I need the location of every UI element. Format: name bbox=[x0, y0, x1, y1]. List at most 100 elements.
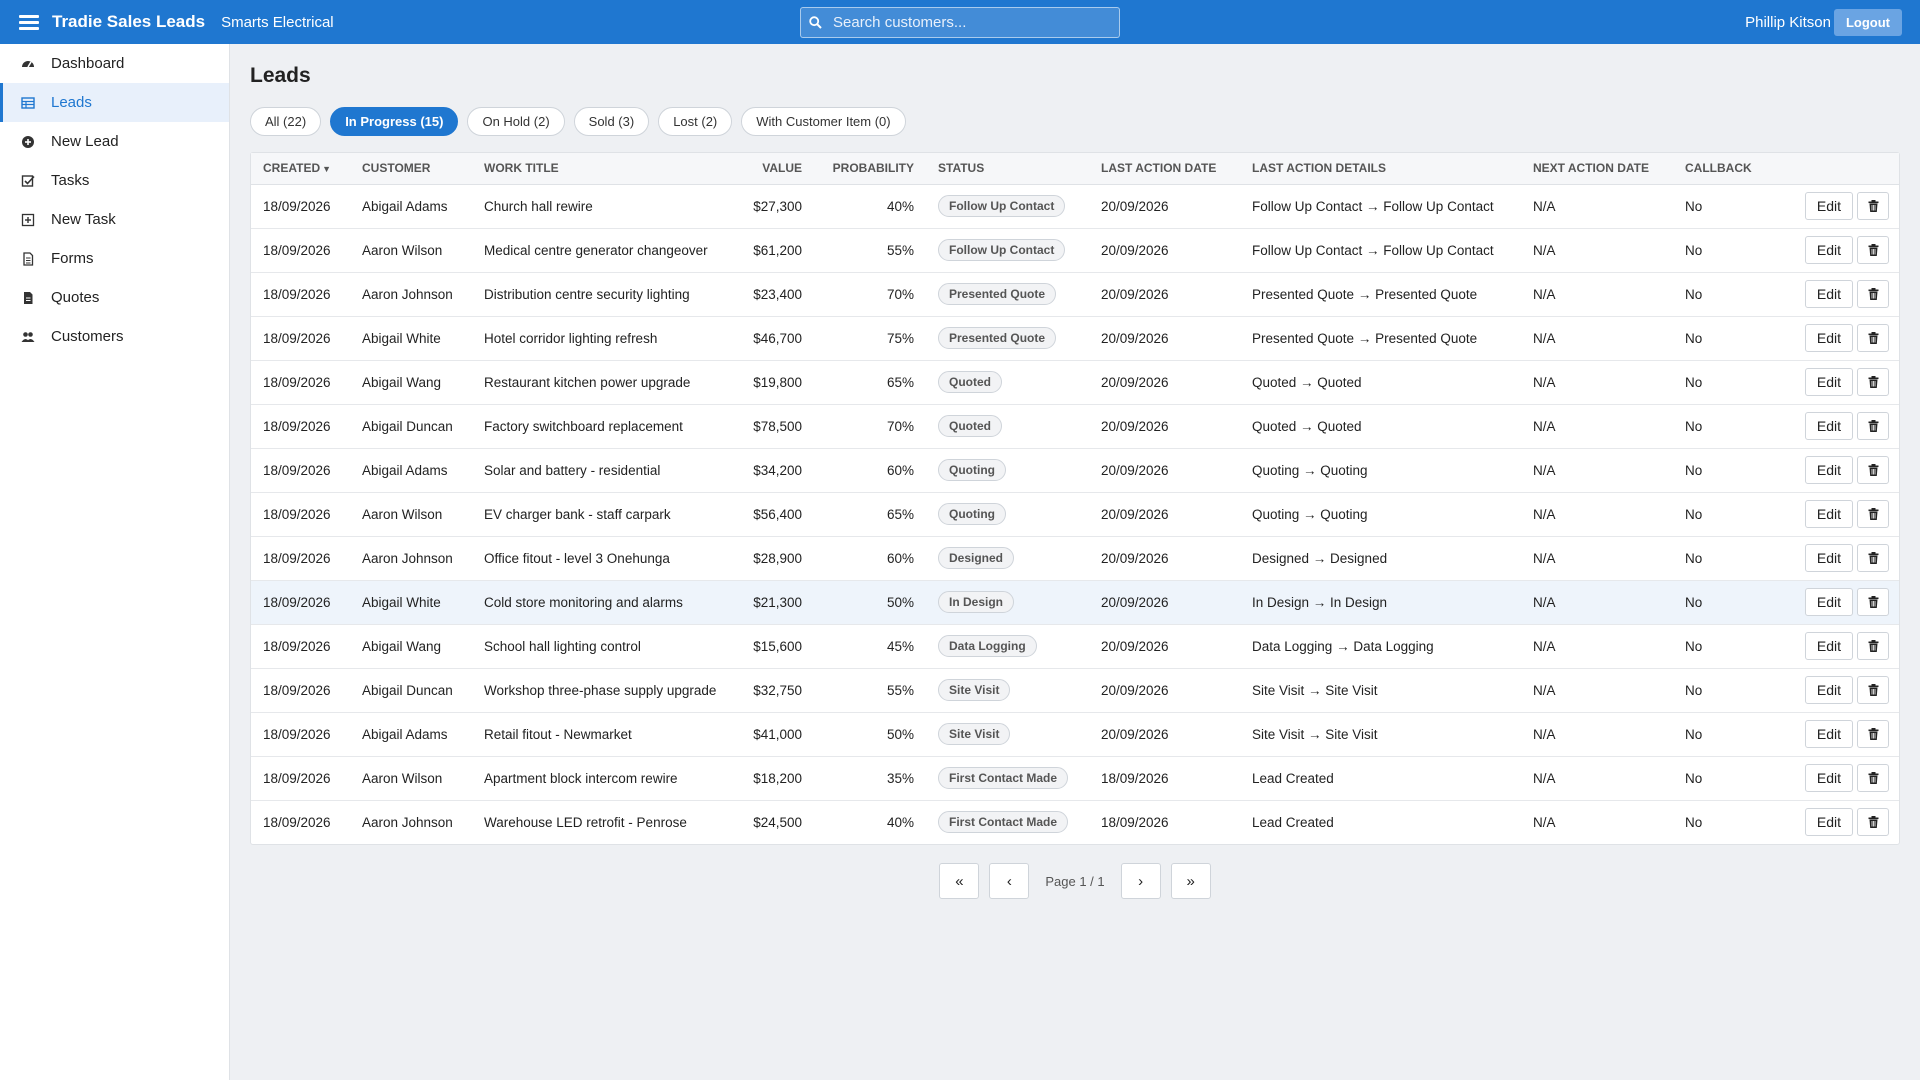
filter-tab-all[interactable]: All (22) bbox=[250, 107, 322, 136]
edit-button[interactable]: Edit bbox=[1804, 500, 1853, 528]
cell-last-action-details: In Design → In Design bbox=[1240, 580, 1521, 625]
cell-next-action-date: N/A bbox=[1533, 814, 1556, 830]
cell-last-action-details: Lead Created bbox=[1252, 814, 1334, 830]
app-title[interactable]: Tradie Sales Leads bbox=[52, 12, 205, 32]
table-row[interactable]: 18/09/2026 Aaron Wilson EV charger bank - … bbox=[251, 492, 1899, 537]
delete-button[interactable] bbox=[1857, 588, 1889, 616]
delete-button[interactable] bbox=[1857, 456, 1889, 484]
edit-button[interactable]: Edit bbox=[1804, 368, 1853, 396]
edit-button[interactable]: Edit bbox=[1804, 236, 1853, 264]
cell-customer: Abigail White bbox=[350, 316, 472, 361]
filter-tab-lost[interactable]: Lost (2) bbox=[658, 107, 733, 136]
cell-next-action-date: N/A bbox=[1521, 184, 1673, 229]
cell-probability: 50% bbox=[814, 712, 926, 757]
search-input[interactable] bbox=[833, 14, 1103, 31]
filter-tab-sold[interactable]: Sold (3) bbox=[573, 107, 650, 136]
table-row[interactable]: 18/09/2026 Abigail Duncan Factory switchbo… bbox=[251, 404, 1899, 449]
column-header-next-action-date[interactable]: Next Action Date bbox=[1521, 153, 1673, 185]
column-header-callback[interactable]: Callback bbox=[1673, 153, 1764, 185]
table-row[interactable]: 18/09/2026 Abigail Wang Restaurant kitchen… bbox=[251, 360, 1899, 405]
filter-tab-on-hold[interactable]: On Hold (2) bbox=[467, 107, 565, 136]
cell-last-action-date: 20/09/2026 bbox=[1089, 316, 1240, 361]
sidebar-item-quotes[interactable]: Quotes bbox=[0, 278, 229, 317]
column-header-probability[interactable]: Probability bbox=[814, 153, 926, 185]
edit-button[interactable]: Edit bbox=[1804, 808, 1853, 837]
edit-button[interactable]: Edit bbox=[1804, 324, 1853, 352]
cell-probability: 70% bbox=[814, 272, 926, 317]
delete-button[interactable] bbox=[1857, 676, 1889, 704]
sidebar-item-new-task[interactable]: New Task bbox=[0, 200, 229, 239]
cell-probability: 40% bbox=[886, 814, 914, 830]
delete-button[interactable] bbox=[1857, 368, 1889, 396]
edit-button[interactable]: Edit bbox=[1804, 192, 1853, 220]
edit-button[interactable]: Edit bbox=[1804, 412, 1853, 440]
delete-button[interactable] bbox=[1857, 280, 1889, 308]
table-row[interactable]: 18/09/2026 Aaron Wilson Medical centre gen… bbox=[251, 228, 1899, 273]
delete-button[interactable] bbox=[1857, 632, 1889, 660]
cell-work-title: Workshop three-phase supply upgrade bbox=[472, 668, 736, 713]
table-row[interactable]: 18/09/2026 Abigail Adams Church hall rewir… bbox=[251, 184, 1899, 229]
delete-button[interactable] bbox=[1857, 544, 1889, 572]
edit-button[interactable]: Edit bbox=[1804, 632, 1853, 660]
edit-button[interactable]: Edit bbox=[1804, 544, 1853, 572]
column-header-value[interactable]: Value bbox=[736, 153, 814, 185]
table-row[interactable]: 18/09/2026 Abigail White Hotel corridor li… bbox=[251, 316, 1899, 361]
delete-button[interactable] bbox=[1857, 808, 1889, 837]
cell-created: 18/09/2026 bbox=[251, 536, 350, 581]
sidebar-item-new-lead[interactable]: New Lead bbox=[0, 122, 229, 161]
table-row[interactable]: 18/09/2026 Abigail Adams Retail fitout - N… bbox=[251, 712, 1899, 757]
sidebar-item-customers[interactable]: Customers bbox=[0, 317, 229, 356]
last-page-button[interactable]: » bbox=[1170, 863, 1211, 899]
column-header-work-title[interactable]: Work Title bbox=[472, 153, 736, 185]
sidebar-item-forms[interactable]: Forms bbox=[0, 239, 229, 278]
table-row[interactable]: 18/09/2026 Aaron Wilson Apartment block in… bbox=[251, 756, 1899, 801]
sidebar-item-leads[interactable]: Leads bbox=[0, 83, 229, 122]
cell-next-action-date: N/A bbox=[1521, 316, 1673, 361]
delete-button[interactable] bbox=[1857, 236, 1889, 264]
column-header-last-action-details[interactable]: Last Action Details bbox=[1240, 153, 1521, 185]
delete-button[interactable] bbox=[1857, 720, 1889, 748]
table-row[interactable]: 18/09/2026 Aaron Johnson Distribution cent… bbox=[251, 272, 1899, 317]
cell-actions: Edit bbox=[1763, 756, 1899, 801]
status-badge: Data Logging bbox=[938, 635, 1037, 657]
delete-button[interactable] bbox=[1857, 412, 1889, 440]
column-header-status[interactable]: Status bbox=[926, 153, 1089, 185]
edit-button[interactable]: Edit bbox=[1804, 456, 1853, 484]
table-row[interactable]: 18/09/2026 Abigail Wang School hall lighti… bbox=[251, 624, 1899, 669]
delete-button[interactable] bbox=[1857, 500, 1889, 528]
cell-probability: 50% bbox=[814, 580, 926, 625]
edit-button[interactable]: Edit bbox=[1804, 764, 1853, 792]
table-row[interactable]: 18/09/2026 Abigail Adams Solar and battery… bbox=[251, 448, 1899, 493]
table-row[interactable]: 18/09/2026 Aaron Johnson Office fitout - l… bbox=[251, 536, 1899, 581]
edit-button[interactable]: Edit bbox=[1804, 720, 1853, 748]
delete-button[interactable] bbox=[1857, 192, 1889, 220]
checkbox-icon bbox=[21, 174, 35, 188]
table-row[interactable]: 18/09/2026 Aaron Johnson Warehouse LED ret… bbox=[251, 800, 1899, 844]
filter-tab-in-progress[interactable]: In Progress (15) bbox=[330, 107, 459, 136]
column-header-customer[interactable]: Customer bbox=[350, 153, 472, 185]
edit-button[interactable]: Edit bbox=[1804, 676, 1853, 704]
table-row[interactable]: 18/09/2026 Abigail White Cold store monito… bbox=[251, 580, 1899, 625]
hamburger-menu-icon[interactable] bbox=[19, 14, 39, 30]
status-badge: Follow Up Contact bbox=[938, 239, 1066, 261]
column-header-last-action-date[interactable]: Last Action Date bbox=[1089, 153, 1240, 185]
delete-button[interactable] bbox=[1857, 324, 1889, 352]
cell-callback: No bbox=[1673, 712, 1764, 757]
delete-button[interactable] bbox=[1857, 764, 1889, 792]
cell-created: 18/09/2026 bbox=[251, 228, 350, 273]
sidebar-item-dashboard[interactable]: Dashboard bbox=[0, 44, 229, 83]
cell-actions: Edit bbox=[1763, 360, 1899, 405]
column-header-created[interactable]: Created ▼ bbox=[251, 153, 350, 185]
trash-icon bbox=[1868, 772, 1879, 784]
previous-page-button[interactable]: ‹ bbox=[989, 863, 1030, 899]
table-row[interactable]: 18/09/2026 Abigail Duncan Workshop three-p… bbox=[251, 668, 1899, 713]
next-page-button[interactable]: › bbox=[1120, 863, 1161, 899]
edit-button[interactable]: Edit bbox=[1804, 588, 1853, 616]
logout-button[interactable]: Logout bbox=[1833, 9, 1902, 36]
first-page-button[interactable]: « bbox=[939, 863, 980, 899]
filter-tab-with-customer-item[interactable]: With Customer Item (0) bbox=[741, 107, 906, 136]
edit-button[interactable]: Edit bbox=[1804, 280, 1853, 308]
trash-icon bbox=[1868, 420, 1879, 432]
cell-last-action-date: 20/09/2026 bbox=[1089, 272, 1240, 317]
sidebar-item-tasks[interactable]: Tasks bbox=[0, 161, 229, 200]
